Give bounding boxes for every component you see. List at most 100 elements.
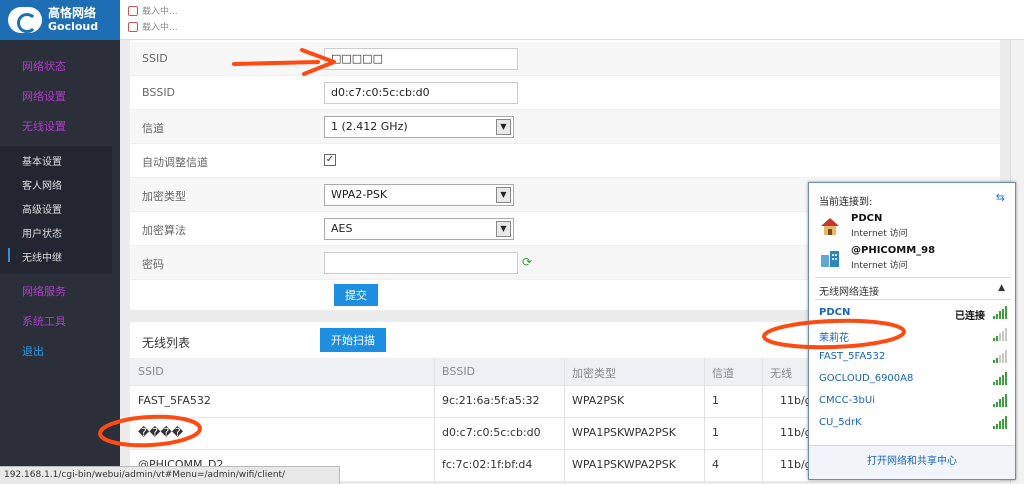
bssid-row: BSSID d0:c7:c0:5c:cb:d0 [130, 76, 1000, 110]
home-network-icon [821, 218, 839, 235]
signal-bar [999, 311, 1001, 319]
connection-name: @PHICOMM_98 [851, 245, 936, 256]
wifi-network-item[interactable]: GOCLOUD_6900A8 [819, 371, 1009, 389]
row-mode: 11b/g [780, 458, 812, 471]
enc-type-value: WPA2-PSK [331, 188, 388, 201]
dropdown-arrow-icon[interactable]: ▼ [496, 221, 511, 237]
flyout-header: 当前连接到: [819, 197, 873, 208]
sidebar-item-wireless-relay[interactable]: 无线中继 [22, 249, 62, 264]
row-ssid: FAST_5FA532 [138, 394, 211, 407]
signal-bar [1005, 350, 1007, 363]
signal-bars-icon [993, 305, 1009, 319]
col-divider [704, 358, 705, 385]
wifi-network-item[interactable]: 茉莉花 [819, 327, 1009, 345]
ssid-label: SSID [142, 52, 168, 65]
sidebar-item-network-services[interactable]: 网络服务 [22, 283, 66, 299]
loading-icon [128, 21, 138, 32]
sidebar-item-guest[interactable]: 客人网络 [22, 177, 62, 192]
sidebar-item-wireless-settings[interactable]: 无线设置 [22, 118, 66, 134]
col-mode: 无线 [770, 367, 792, 380]
logo: 高恪网络 Gocloud [0, 0, 120, 40]
enc-type-select[interactable]: WPA2-PSK ▼ [324, 184, 514, 206]
signal-bar [1005, 416, 1007, 429]
ssid-input[interactable]: □□□□□ [324, 48, 518, 70]
row-encryption: WPA1PSKWPA2PSK [572, 426, 676, 439]
col-divider [762, 358, 763, 385]
signal-bars-icon [993, 393, 1009, 407]
wifi-name: CMCC-3bUi [819, 395, 875, 406]
sidebar-item-system-tools[interactable]: 系统工具 [22, 313, 66, 329]
start-scan-button[interactable]: 开始扫描 [320, 328, 386, 352]
signal-bar [996, 313, 998, 319]
loading-icon [128, 5, 138, 16]
dropdown-arrow-icon[interactable]: ▼ [496, 187, 511, 203]
signal-bar [1002, 418, 1004, 429]
auto-channel-checkbox[interactable]: ✓ [324, 154, 336, 166]
channel-row: 信道 1 (2.412 GHz) ▼ [130, 110, 1000, 144]
sidebar-item-network-settings[interactable]: 网络设置 [22, 88, 66, 104]
col-divider [434, 418, 435, 449]
signal-bar [1005, 394, 1007, 407]
wifi-network-item[interactable]: CU_5drK [819, 415, 1009, 433]
signal-bars-icon [993, 327, 1009, 341]
wifi-connected-status: 已连接 [955, 311, 985, 322]
open-network-center-link[interactable]: 打开网络和共享中心 [809, 445, 1015, 479]
signal-bar [993, 316, 995, 319]
refresh-networks-icon[interactable]: ⇆ [996, 191, 1005, 204]
row-mode: 11b/g [780, 394, 812, 407]
sidebar-item-exit[interactable]: 退出 [22, 343, 44, 359]
connection-item[interactable]: PDCN Internet 访问 [819, 213, 1009, 243]
wifi-network-item[interactable]: FAST_5FA532 [819, 349, 1009, 367]
bssid-input[interactable]: d0:c7:c0:5c:cb:d0 [324, 82, 518, 104]
loading-row: 载入中... [128, 4, 178, 17]
signal-bar [993, 426, 995, 429]
col-divider [564, 450, 565, 481]
col-divider [434, 450, 435, 481]
brand-name-en: Gocloud [48, 20, 99, 33]
col-divider [564, 358, 565, 385]
loading-strip: 载入中... 载入中... [120, 0, 1024, 40]
wireless-list-title: 无线列表 [142, 336, 191, 350]
row-ssid: ���� [138, 426, 184, 439]
channel-value: 1 (2.412 GHz) [331, 120, 408, 133]
sidebar-item-user-status[interactable]: 用户状态 [22, 225, 62, 240]
dropdown-arrow-icon[interactable]: ▼ [496, 119, 511, 135]
signal-bar [1002, 374, 1004, 385]
signal-bar [1002, 330, 1004, 341]
signal-bar [993, 338, 995, 341]
signal-bar [1005, 372, 1007, 385]
col-divider [704, 386, 705, 417]
signal-bars-icon [993, 349, 1009, 363]
sidebar-item-network-status[interactable]: 网络状态 [22, 58, 66, 74]
col-divider [564, 386, 565, 417]
wifi-network-item[interactable]: CMCC-3bUi [819, 393, 1009, 411]
signal-bar [999, 333, 1001, 341]
signal-bar [993, 404, 995, 407]
sidebar-item-basic[interactable]: 基本设置 [22, 153, 62, 168]
row-channel: 1 [712, 394, 719, 407]
col-divider [762, 386, 763, 417]
col-ssid: SSID [138, 365, 164, 378]
cloud-logo-icon [8, 7, 42, 33]
browser-status-bar: 192.168.1.1/cgi-bin/webui/admin/vt#Menu=… [0, 466, 340, 484]
row-channel: 4 [712, 458, 719, 471]
enc-alg-select[interactable]: AES ▼ [324, 218, 514, 240]
office-network-icon [821, 251, 839, 267]
connection-item[interactable]: @PHICOMM_98 Internet 访问 [819, 245, 1009, 275]
connection-name: PDCN [851, 213, 883, 224]
channel-select[interactable]: 1 (2.412 GHz) ▼ [324, 116, 514, 138]
signal-bar [996, 335, 998, 341]
channel-label: 信道 [142, 122, 164, 135]
refresh-icon[interactable]: ⟳ [522, 256, 534, 268]
loading-row: 载入中... [128, 20, 178, 33]
connection-status: Internet 访问 [851, 261, 908, 271]
submit-button[interactable]: 提交 [334, 284, 378, 306]
sidebar-item-advanced[interactable]: 高级设置 [22, 201, 62, 216]
signal-bar [996, 357, 998, 363]
signal-bar [993, 360, 995, 363]
password-input[interactable] [324, 252, 518, 274]
collapse-chevron-icon[interactable]: ▲ [998, 283, 1005, 293]
wifi-network-item[interactable]: PDCN 已连接 [819, 305, 1009, 323]
password-label: 密码 [142, 258, 164, 271]
divider [815, 299, 1011, 300]
